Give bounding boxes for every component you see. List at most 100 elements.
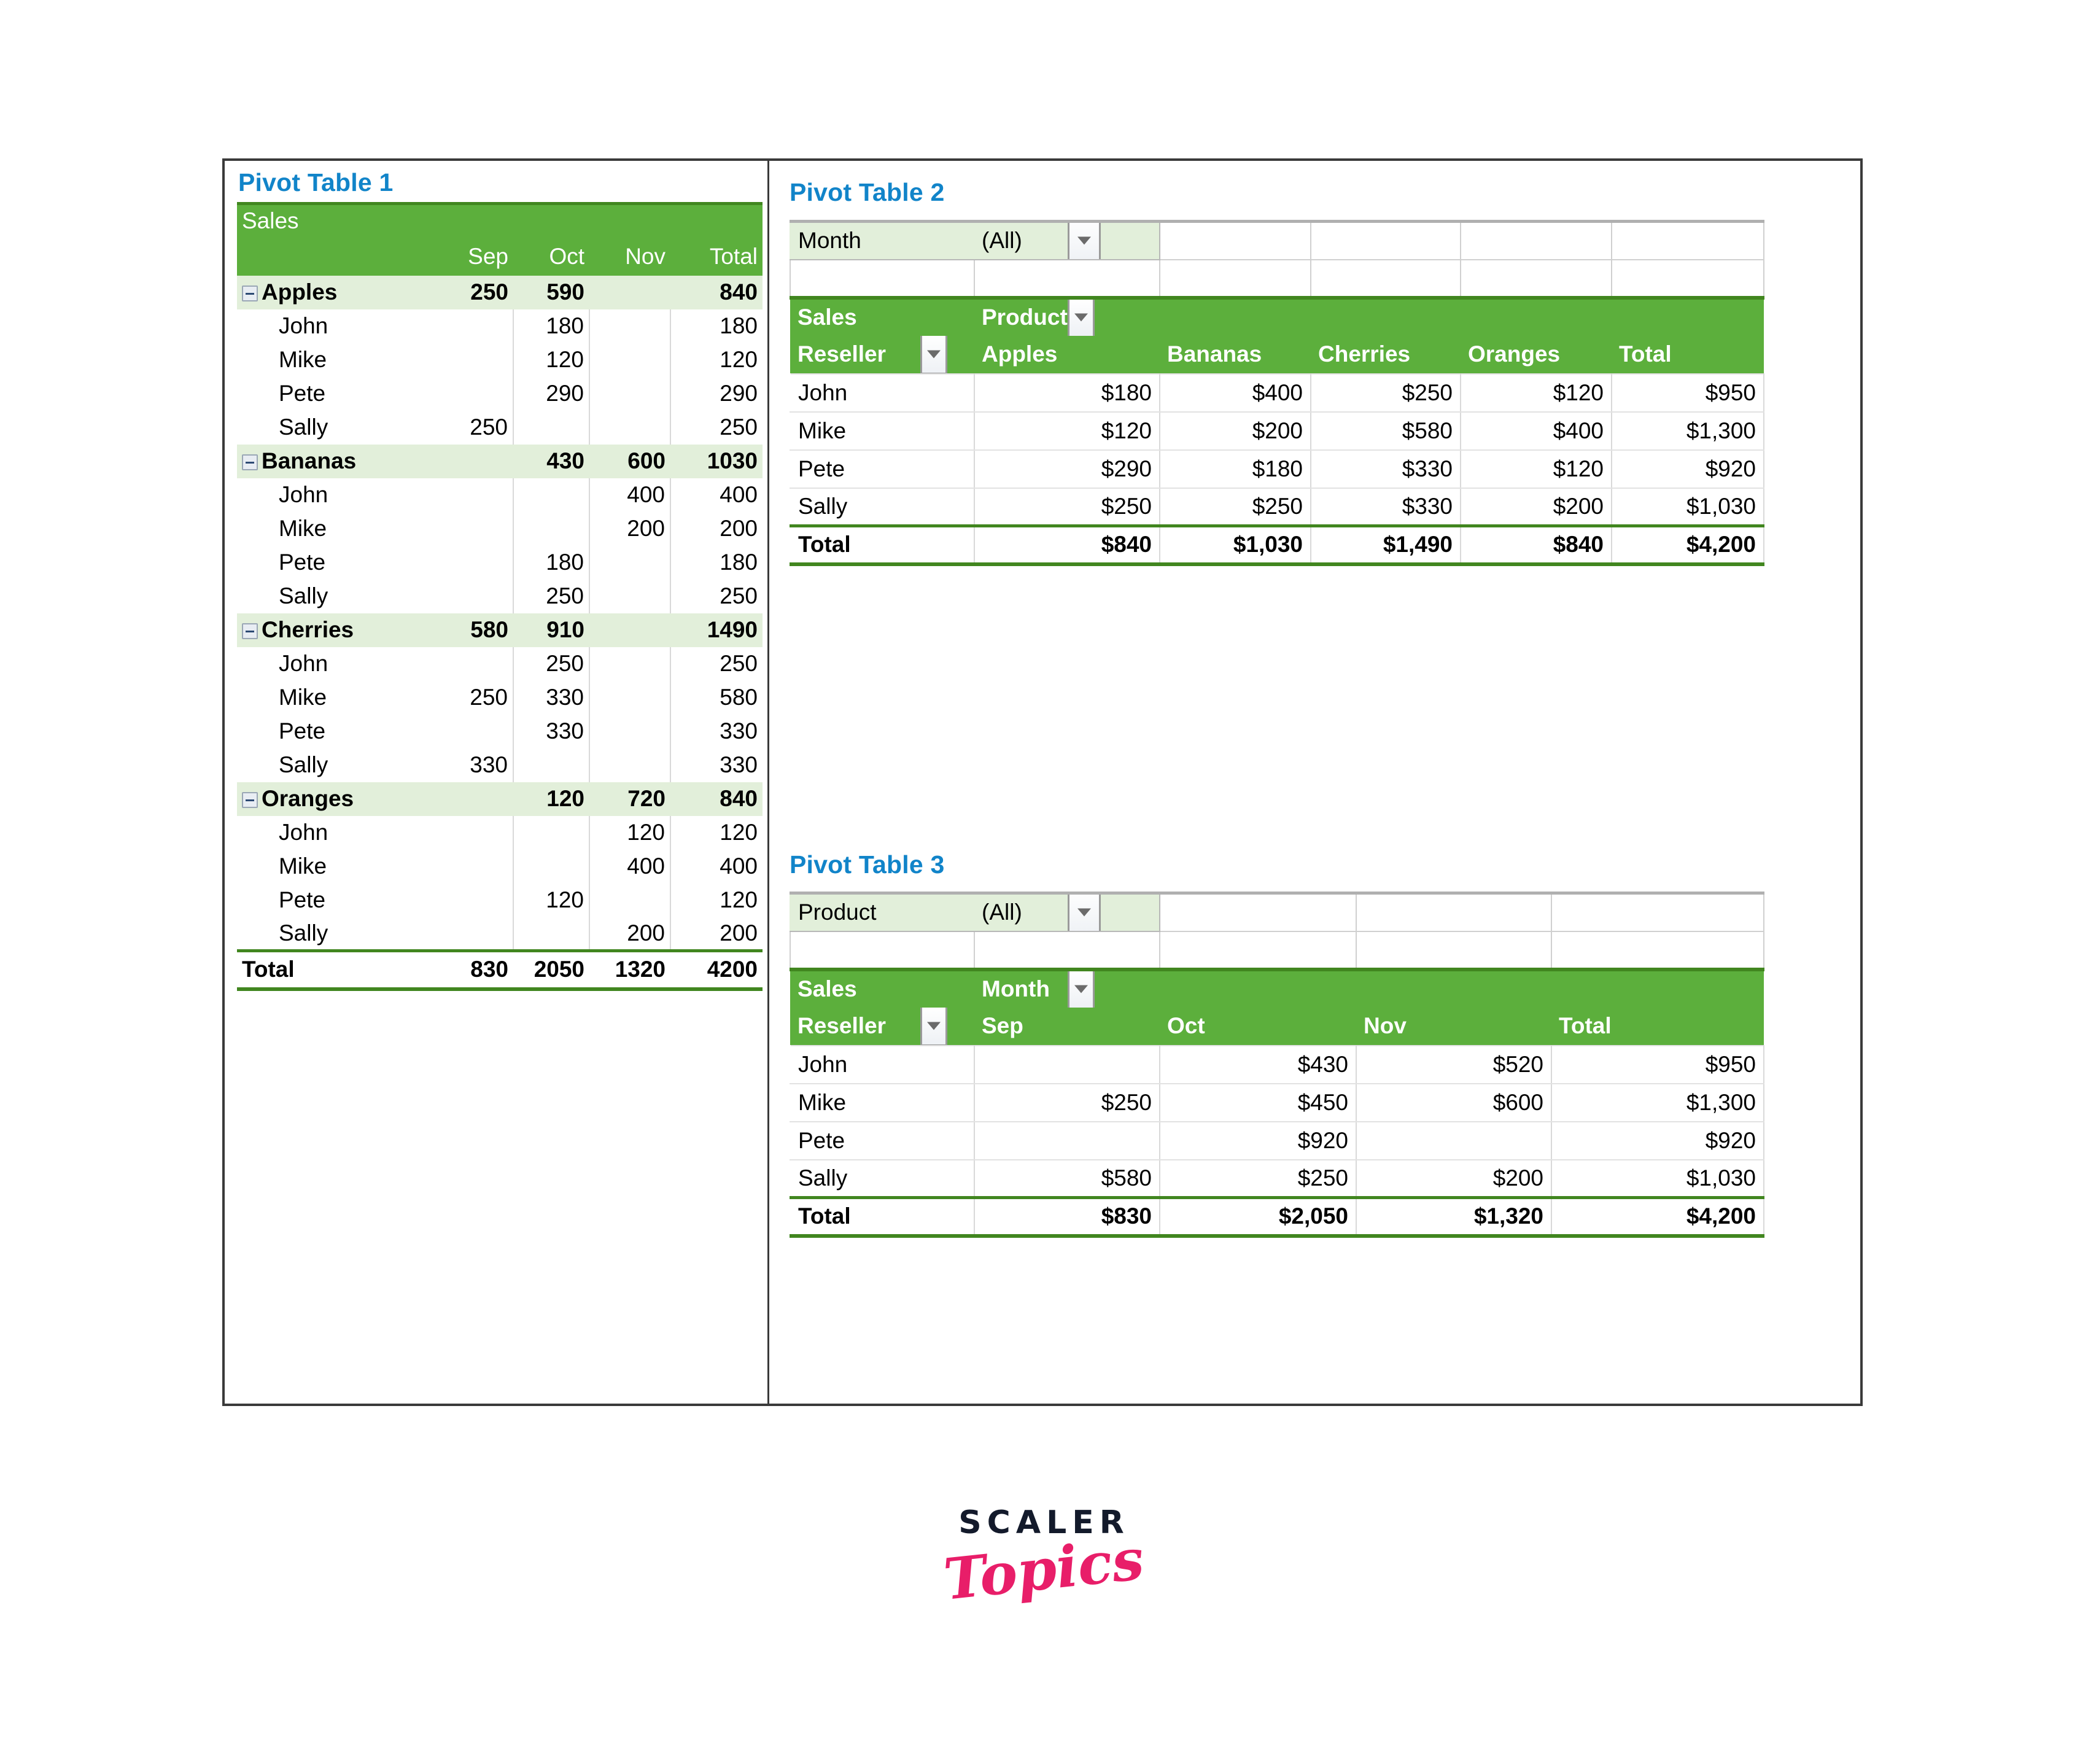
pivot1-col-header-oct: Oct [549, 243, 584, 269]
pivot1-row-label: Pete [237, 883, 437, 917]
pivot1-group-row: Oranges 120 720 840 [237, 782, 763, 816]
pivot1-row-label[interactable]: Oranges [237, 782, 437, 816]
pivot3-cell [974, 1121, 1160, 1160]
right-panel: Pivot Table 2 Month (All) Sales Product … [771, 161, 1860, 1404]
pivot1-row-label[interactable]: Apples [237, 275, 437, 309]
pivot3-col-total: Total [1551, 1007, 1764, 1046]
pivot2-cell: $180 [1159, 449, 1311, 489]
pivot3-row-label: John [790, 1044, 975, 1084]
pivot2-band-blank-2 [1311, 295, 1461, 336]
pivot3-total-sep: $830 [974, 1196, 1160, 1238]
pivot1-sub-row: John 250 250 [237, 647, 763, 681]
pivot1-total-sep: 830 [437, 949, 513, 991]
column-field-dropdown-icon[interactable] [1068, 973, 1095, 1008]
pivot2-spacer-row [790, 258, 1764, 298]
pivot1-cell [437, 883, 514, 917]
collapse-minus-icon[interactable] [242, 454, 258, 471]
pivot1-row-label-text: Sally [279, 583, 328, 608]
pivot1-corner-cell [237, 238, 437, 276]
pivot3-cell [1356, 1121, 1552, 1160]
pivot1-cell: 120 [513, 782, 589, 816]
pivot1-cell: 180 [670, 309, 763, 343]
pivot2-grand-total-row: Total $840 $1,030 $1,490 $840 $4,200 [790, 524, 1764, 566]
pivot1-total-oct: 2050 [513, 949, 589, 991]
pivot1-cell [437, 376, 514, 411]
pivot1-cell: 400 [589, 849, 671, 884]
row-field-dropdown-icon[interactable] [920, 335, 947, 374]
pivot1-cell: 580 [437, 613, 513, 647]
pivot1-row-label: Sally [237, 410, 437, 445]
pivot1-row-label-text: Mike [279, 685, 327, 710]
table-row: Sally $250 $250 $330 $200 $1,030 [790, 487, 1764, 527]
pivot1-cell: 120 [670, 883, 763, 917]
pivot1-row-label-text: John [279, 820, 328, 845]
pivot1-cell: 330 [513, 714, 590, 748]
pivot1-cell: 590 [513, 275, 589, 309]
collapse-minus-icon[interactable] [242, 286, 258, 302]
pivot1-row-label[interactable]: Cherries [237, 613, 437, 647]
pivot2-cell: $330 [1310, 449, 1461, 489]
pivot2-row-field-cell[interactable]: Reseller [790, 335, 974, 374]
pivot2-total-oranges: $840 [1460, 524, 1612, 566]
table-row: Mike $120 $200 $580 $400 $1,300 [790, 411, 1764, 451]
pivot2-total-apples: $840 [974, 524, 1160, 566]
pivot2-spacer-5 [1460, 258, 1612, 298]
pivot2-column-header-row: Reseller Apples Bananas Cherries Oranges… [790, 335, 1764, 374]
filter-dropdown-icon[interactable] [1068, 224, 1101, 258]
pivot2-cell: $250 [1159, 487, 1311, 527]
pivot1-cell [437, 647, 514, 681]
pivot3-col-sep: Sep [974, 1007, 1160, 1046]
pivot1-cell: 910 [513, 613, 589, 647]
pivot2-column-field: Product [982, 305, 1068, 330]
pivot2-cell: $120 [1460, 373, 1612, 413]
pivot1-cell: 400 [670, 849, 763, 884]
pivot1-sub-row: Pete 180 180 [237, 545, 763, 580]
pivot3-filter-blank-3 [1551, 892, 1764, 932]
pivot1-cell [589, 714, 671, 748]
pivot1-row-label-text: Mike [279, 853, 327, 879]
pivot3-cell: $430 [1159, 1044, 1357, 1084]
pivot1-cell: 120 [670, 343, 763, 377]
pivot2-cell: $330 [1310, 487, 1461, 527]
pivot1-cell [589, 275, 670, 309]
column-field-dropdown-icon[interactable] [1068, 301, 1095, 336]
pivot2-filter-button-cell[interactable] [1066, 220, 1160, 260]
pivot2-row-label: John [790, 373, 975, 413]
pivot2-cell: $180 [974, 373, 1160, 413]
pivot-table-2-panel: Month (All) Sales Product Reseller Apple… [790, 220, 1764, 566]
pivot1-row-label[interactable]: Bananas [237, 444, 437, 478]
pivot1-cell [513, 410, 590, 445]
pivot3-filter-button-cell[interactable] [1066, 892, 1160, 932]
pivot3-row-field-cell[interactable]: Reseller [790, 1007, 974, 1046]
pivot1-row-label: Mike [237, 680, 437, 715]
pivot2-cell: $580 [1310, 411, 1461, 451]
pivot2-row-label: Mike [790, 411, 975, 451]
row-field-dropdown-icon[interactable] [920, 1007, 947, 1046]
collapse-minus-icon[interactable] [242, 792, 258, 809]
pivot1-value-field-row: Sales [237, 203, 763, 238]
pivot1-row-label-text: Oranges [262, 786, 354, 811]
collapse-minus-icon[interactable] [242, 623, 258, 640]
pivot3-col-nov: Nov [1356, 1007, 1551, 1046]
pivot1-cell: 180 [513, 309, 590, 343]
filter-dropdown-icon[interactable] [1068, 896, 1101, 930]
pivot1-row-label: Mike [237, 511, 437, 546]
pivot2-col-apples: Apples [974, 335, 1160, 374]
pivot3-column-field-cell[interactable]: Month [974, 967, 1160, 1008]
pivot1-row-label: Pete [237, 714, 437, 748]
pivot1-sub-row: Mike 200 200 [237, 511, 763, 546]
pivot2-column-field-cell[interactable]: Product [974, 295, 1160, 336]
pivot1-column-header-row: Sep Oct Nov Total [237, 237, 763, 276]
pivot1-cell [589, 376, 671, 411]
pivot1-cell [437, 511, 514, 546]
pivot1-cell: 720 [589, 782, 670, 816]
pivot2-filter-blank-4 [1611, 220, 1764, 260]
pivot1-row-label: John [237, 478, 437, 512]
pivot1-cell: 250 [670, 579, 763, 613]
pivot1-cell: 580 [670, 680, 763, 715]
pivot3-total-nov: $1,320 [1356, 1196, 1552, 1238]
pivot1-cell [589, 748, 671, 782]
pivot2-field-band-row: Sales Product [790, 295, 1764, 336]
pivot1-group-row: Bananas 430 600 1030 [237, 444, 763, 478]
pivot1-cell [589, 613, 670, 647]
